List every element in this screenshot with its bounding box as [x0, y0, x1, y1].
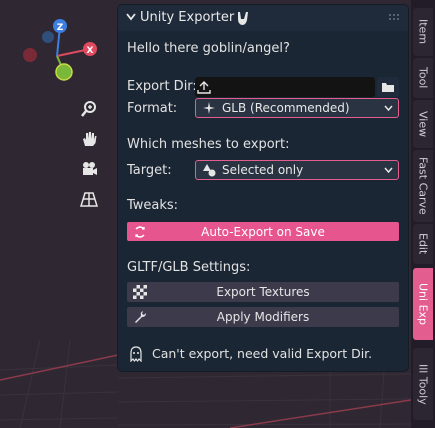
checkerboard-texture-icon [133, 285, 147, 299]
sidebar-tabs: Item Tool View Fast Carve Edit Uni Exp I… [411, 0, 435, 428]
tab-label: Uni Exp [416, 282, 430, 326]
camera-view-button[interactable] [76, 156, 102, 182]
apply-modifiers-label: Apply Modifiers [216, 310, 310, 324]
cycle-arrows-icon [135, 226, 145, 238]
tab-label: Tool [416, 67, 430, 89]
export-dir-field[interactable] [195, 77, 375, 97]
tweaks-heading: Tweaks: [127, 198, 179, 213]
greeting-text: Hello there goblin/angel? [127, 41, 290, 56]
tab-label: Ill Tooly [416, 363, 430, 405]
tab-ill-tooly[interactable]: Ill Tooly [413, 348, 433, 420]
zoom-icon [81, 101, 96, 117]
objects-icon [203, 164, 216, 177]
zoom-button[interactable] [76, 96, 102, 122]
drag-grip-icon[interactable] [388, 13, 400, 21]
panel-title: Unity Exporter [140, 10, 235, 25]
export-textures-toggle[interactable]: Export Textures [127, 282, 399, 302]
tab-edit[interactable]: Edit [413, 224, 433, 264]
gizmo-z-label: Z [57, 23, 64, 33]
wrench-icon [135, 311, 146, 323]
tab-label: View [416, 110, 430, 138]
chevron-down-icon[interactable] [126, 13, 136, 21]
sparkle-icon [203, 102, 215, 114]
tab-label: Item [416, 19, 430, 45]
chevron-down-icon [384, 105, 393, 112]
tab-label: Fast Carve [416, 157, 430, 215]
tab-item[interactable]: Item [413, 8, 433, 56]
unity-exporter-panel: Unity Exporter Hello there goblin/angel?… [118, 5, 408, 371]
gltf-heading: GLTF/GLB Settings: [127, 260, 251, 275]
browse-folder-button[interactable] [377, 77, 399, 97]
sign-of-the-horns-icon [238, 12, 248, 25]
gizmo-neg-x-icon[interactable] [23, 48, 37, 62]
hand-pan-icon [83, 132, 97, 146]
upload-arrow-icon [197, 81, 211, 94]
tab-view[interactable]: View [413, 100, 433, 148]
gizmo-neg-z-icon[interactable] [42, 31, 54, 43]
format-selected: GLB (Recommended) [222, 101, 350, 115]
pan-button[interactable] [76, 126, 102, 152]
target-label: Target: [127, 163, 172, 178]
gizmo-y-icon[interactable] [55, 63, 73, 81]
format-dropdown[interactable]: GLB (Recommended) [195, 98, 399, 118]
tab-fast-carve[interactable]: Fast Carve [413, 150, 433, 222]
camera-icon [83, 162, 97, 175]
apply-modifiers-toggle[interactable]: Apply Modifiers [127, 307, 399, 327]
export-dir-label: Export Dir: [127, 79, 197, 94]
chevron-down-icon [384, 167, 393, 174]
navigation-gizmo[interactable]: Z X [10, 12, 120, 102]
panel-header[interactable]: Unity Exporter [118, 5, 408, 31]
status-message: Can't export, need valid Export Dir. [152, 346, 373, 361]
format-label: Format: [127, 101, 178, 116]
tab-label: Edit [416, 233, 430, 255]
tab-uni-exp[interactable]: Uni Exp [413, 268, 433, 340]
folder-icon [382, 83, 394, 92]
gizmo-x-label: X [87, 46, 94, 56]
target-dropdown[interactable]: Selected only [195, 160, 399, 180]
auto-export-label: Auto-Export on Save [201, 224, 325, 239]
target-selected: Selected only [222, 163, 304, 177]
meshes-heading: Which meshes to export: [127, 137, 290, 152]
grid-icon [80, 192, 98, 207]
auto-export-toggle[interactable]: Auto-Export on Save [127, 222, 399, 241]
ghost-icon [130, 346, 142, 362]
perspective-toggle-button[interactable] [76, 186, 102, 212]
tab-tool[interactable]: Tool [413, 58, 433, 98]
export-textures-label: Export Textures [216, 285, 310, 299]
